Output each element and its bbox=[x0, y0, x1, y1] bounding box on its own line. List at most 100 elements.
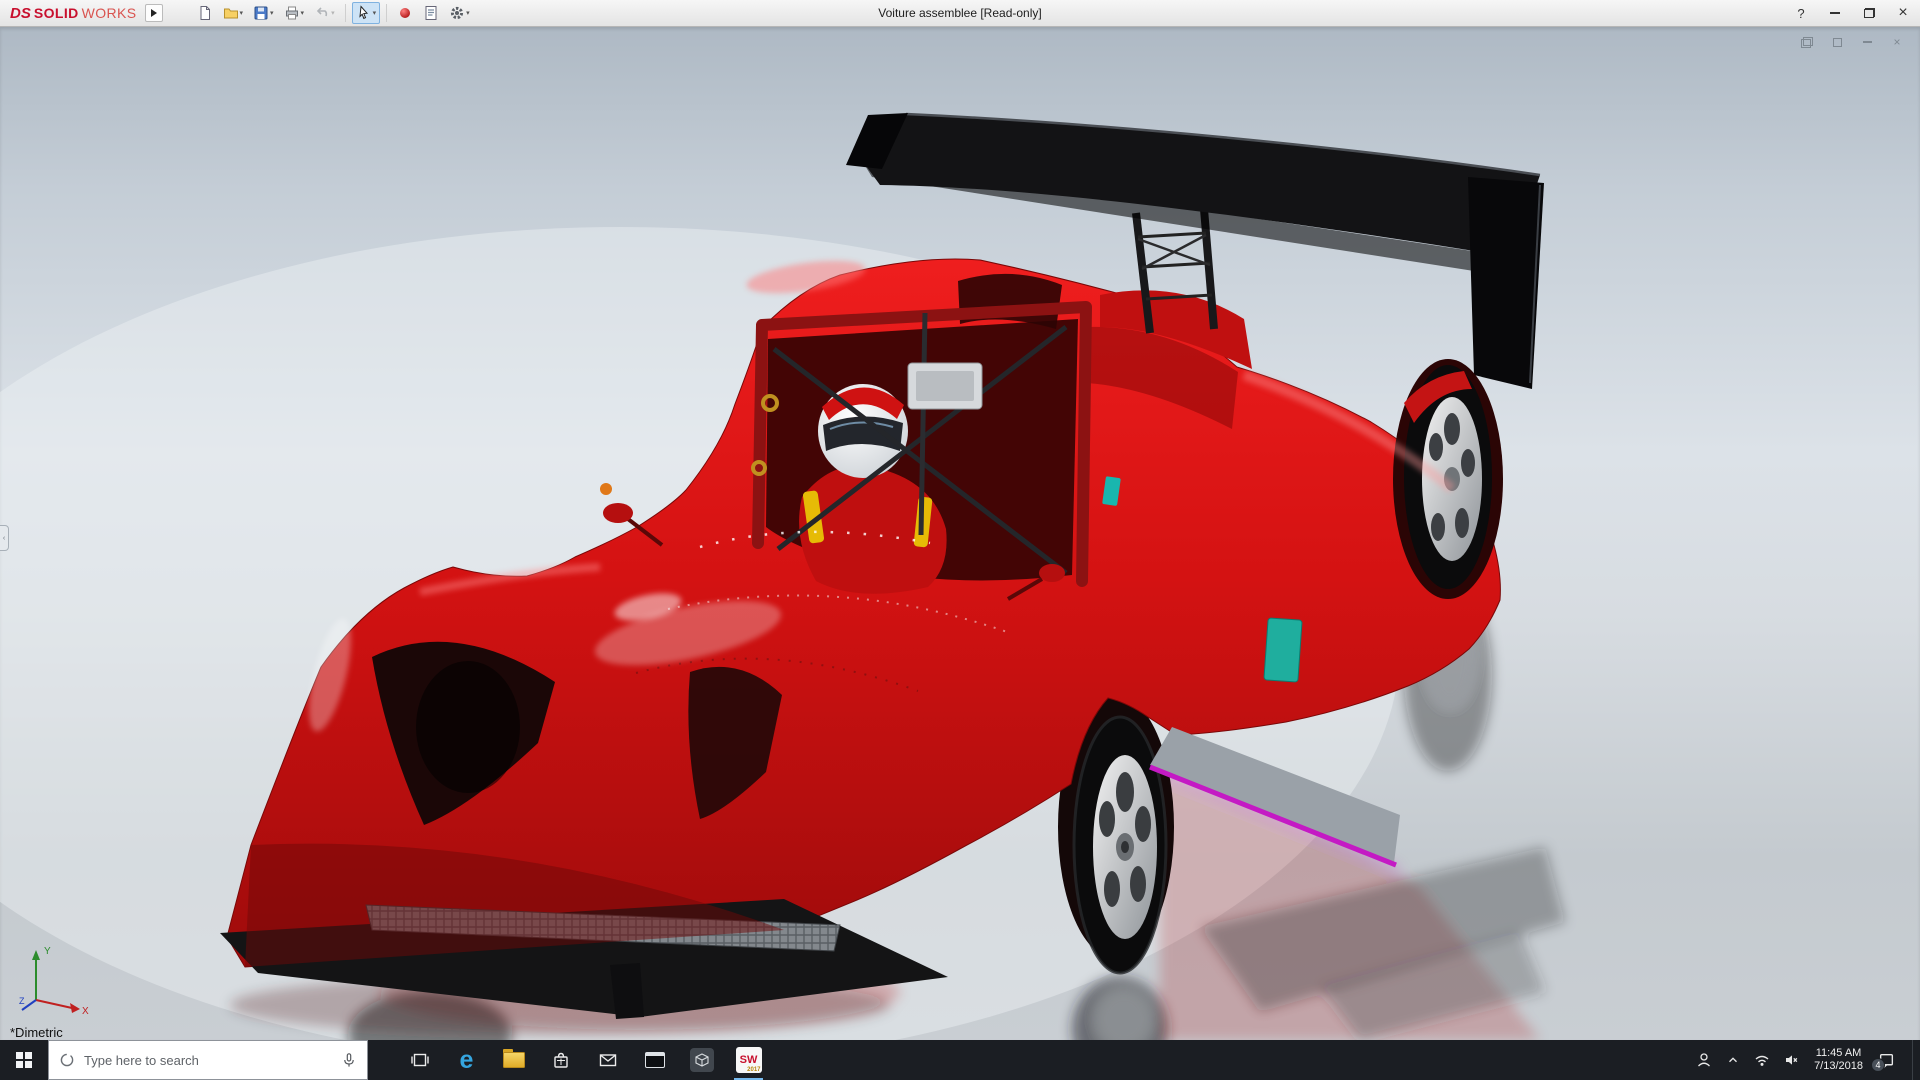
solidworks-app-icon: SW 2017 bbox=[736, 1047, 762, 1073]
solidworks-logo: DSSOLIDWORKS bbox=[0, 5, 145, 22]
triad-y-label: Y bbox=[44, 946, 51, 957]
car-scene bbox=[0, 27, 1920, 1040]
toolbar-separator bbox=[345, 4, 346, 22]
doc-float-icon[interactable] bbox=[1830, 35, 1844, 49]
open-folder-icon bbox=[223, 5, 239, 21]
gear-icon bbox=[449, 5, 465, 21]
rebuild-sphere-icon bbox=[397, 5, 413, 21]
ds-logo-icon: DS bbox=[10, 5, 31, 22]
task-view-button[interactable] bbox=[396, 1040, 443, 1080]
toolbar-separator bbox=[386, 4, 387, 22]
task-view-icon bbox=[410, 1050, 430, 1070]
window-frame-icon bbox=[645, 1052, 665, 1068]
orientation-triad: Y X Z bbox=[18, 940, 94, 1016]
select-tool-button[interactable]: ▾ bbox=[352, 2, 381, 24]
undo-button[interactable]: ▾ bbox=[310, 2, 339, 24]
file-explorer-button[interactable] bbox=[490, 1040, 537, 1080]
hidden-icons-chevron[interactable] bbox=[1724, 1051, 1742, 1069]
menu-expand-button[interactable] bbox=[145, 4, 163, 22]
front-right-wheel[interactable] bbox=[1074, 717, 1166, 973]
save-icon bbox=[253, 5, 269, 21]
3d-viewport[interactable]: × bbox=[0, 27, 1920, 1040]
select-cursor-icon bbox=[356, 5, 372, 21]
start-button[interactable] bbox=[0, 1040, 48, 1080]
teal-part-large bbox=[1264, 618, 1302, 682]
people-icon[interactable] bbox=[1695, 1051, 1713, 1069]
windows-logo-icon bbox=[16, 1052, 32, 1068]
windows-taskbar: e bbox=[0, 1040, 1920, 1080]
right-mirror bbox=[1039, 564, 1065, 582]
taskbar-apps: e bbox=[396, 1040, 772, 1080]
shopping-bag-icon bbox=[551, 1050, 571, 1070]
left-mirror bbox=[603, 503, 633, 523]
close-icon: × bbox=[1898, 5, 1907, 21]
folder-icon bbox=[503, 1052, 525, 1068]
triad-x-label: X bbox=[82, 1006, 89, 1016]
wing-endplate-right bbox=[1468, 177, 1544, 389]
document-window-controls: × bbox=[1800, 35, 1904, 49]
print-button[interactable]: ▾ bbox=[280, 2, 309, 24]
edge-button[interactable]: e bbox=[443, 1040, 490, 1080]
open-caret-icon[interactable]: ▾ bbox=[240, 10, 244, 17]
options-caret-icon[interactable]: ▾ bbox=[466, 10, 470, 17]
splitter-fin bbox=[610, 963, 644, 1019]
right-arrow-icon bbox=[151, 9, 157, 17]
taskbar-clock[interactable]: 11:45 AM 7/13/2018 bbox=[1811, 1047, 1866, 1073]
show-desktop-button[interactable] bbox=[1912, 1040, 1918, 1080]
print-caret-icon[interactable]: ▾ bbox=[301, 10, 305, 17]
solidworks-window: DSSOLIDWORKS ▾ ▾ ▾ ▾ bbox=[0, 0, 1920, 1080]
brand-works: WORKS bbox=[82, 5, 137, 21]
volume-icon[interactable] bbox=[1782, 1051, 1800, 1069]
doc-minimize-icon[interactable] bbox=[1860, 35, 1874, 49]
help-button[interactable]: ? bbox=[1784, 0, 1818, 26]
cortana-icon bbox=[59, 1052, 75, 1068]
close-button[interactable]: × bbox=[1886, 0, 1920, 26]
new-document-icon bbox=[197, 5, 213, 21]
rebuild-button[interactable] bbox=[393, 2, 417, 24]
brand-solid: SOLID bbox=[34, 5, 79, 21]
microphone-icon[interactable] bbox=[341, 1052, 357, 1068]
new-document-button[interactable] bbox=[193, 2, 217, 24]
store-button[interactable] bbox=[537, 1040, 584, 1080]
side-marker bbox=[600, 483, 612, 495]
undo-icon bbox=[314, 5, 330, 21]
select-caret-icon[interactable]: ▾ bbox=[373, 10, 377, 17]
doc-restore-icon[interactable] bbox=[1800, 35, 1814, 49]
minimize-button[interactable] bbox=[1818, 0, 1852, 26]
taskbar-search[interactable] bbox=[48, 1040, 368, 1080]
save-button[interactable]: ▾ bbox=[249, 2, 278, 24]
restore-button[interactable] bbox=[1852, 0, 1886, 26]
clock-date: 7/13/2018 bbox=[1814, 1060, 1863, 1073]
undo-caret-icon: ▾ bbox=[331, 10, 335, 17]
doc-close-icon[interactable]: × bbox=[1890, 35, 1904, 49]
front-left-tire-shadow bbox=[416, 661, 520, 793]
titlebar: DSSOLIDWORKS ▾ ▾ ▾ ▾ bbox=[0, 0, 1920, 27]
command-prompt-button[interactable] bbox=[631, 1040, 678, 1080]
cube-app-icon bbox=[690, 1048, 714, 1072]
quick-access-toolbar: ▾ ▾ ▾ ▾ ▾ bbox=[193, 2, 474, 24]
search-input[interactable] bbox=[84, 1053, 332, 1068]
action-center-button[interactable]: 4 bbox=[1877, 1051, 1895, 1069]
print-icon bbox=[284, 5, 300, 21]
mail-button[interactable] bbox=[584, 1040, 631, 1080]
network-icon[interactable] bbox=[1753, 1051, 1771, 1069]
view-orientation-label: *Dimetric bbox=[10, 1025, 63, 1040]
window-title: Voiture assemblee [Read-only] bbox=[878, 6, 1041, 20]
solidworks-taskbar-button[interactable]: SW 2017 bbox=[725, 1040, 772, 1080]
file-properties-icon bbox=[423, 5, 439, 21]
file-properties-button[interactable] bbox=[419, 2, 443, 24]
save-caret-icon[interactable]: ▾ bbox=[270, 10, 274, 17]
window-controls: ? × bbox=[1784, 0, 1920, 26]
clock-time: 11:45 AM bbox=[1814, 1047, 1863, 1060]
notification-badge: 4 bbox=[1871, 1058, 1885, 1072]
options-button[interactable]: ▾ bbox=[445, 2, 474, 24]
minimize-icon bbox=[1830, 12, 1840, 14]
mirror-glass bbox=[916, 371, 974, 401]
envelope-icon bbox=[598, 1050, 618, 1070]
system-tray: 11:45 AM 7/13/2018 4 bbox=[1695, 1040, 1920, 1080]
panel-collapse-handle[interactable]: ‹ bbox=[0, 525, 9, 551]
open-button[interactable]: ▾ bbox=[219, 2, 248, 24]
cad-viewer-button[interactable] bbox=[678, 1040, 725, 1080]
triad-z-label: Z bbox=[19, 996, 25, 1006]
restore-icon bbox=[1864, 8, 1875, 18]
